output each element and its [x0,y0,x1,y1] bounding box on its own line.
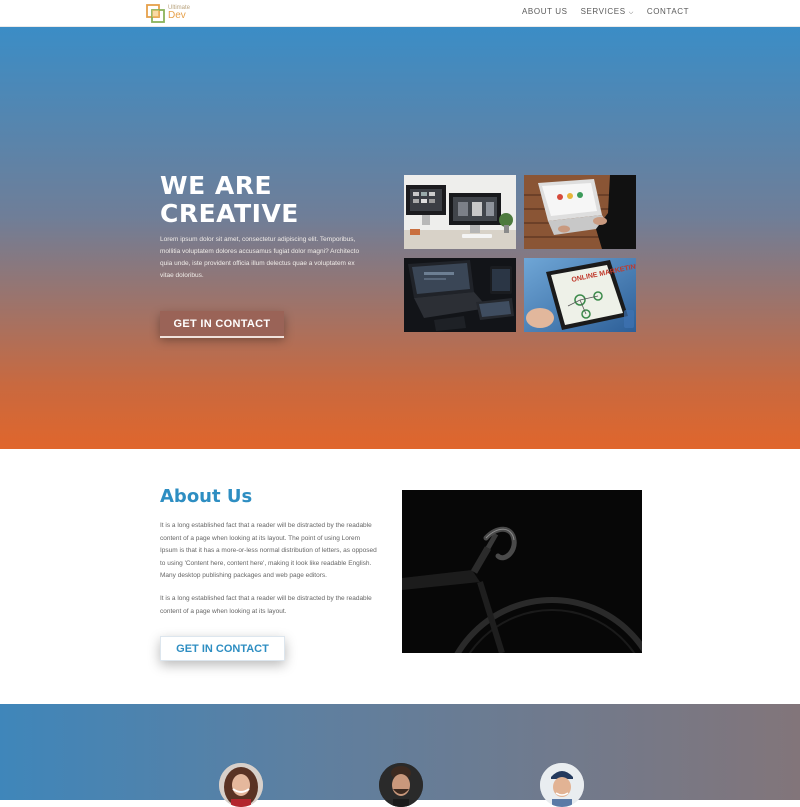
logo-wordmark: Ultimate Dev [168,5,190,21]
chevron-down-icon: ⌵ [628,10,634,16]
team-member-avatar-2 [379,763,423,807]
gallery-image-dark-devices [404,258,516,332]
hero-section: WE ARE CREATIVE Lorem ipsum dolor sit am… [0,27,800,449]
logo-icon [146,3,165,23]
hero-title: WE ARE CREATIVE [160,172,380,228]
logo-line2: Dev [168,10,186,21]
about-title: About Us [160,486,253,507]
site-header: Ultimate Dev ABOUT US SERVICES ⌵ CONTACT [0,0,800,27]
hero-contact-button[interactable]: GET IN CONTACT [160,311,284,338]
about-section: About Us It is a long established fact t… [0,449,800,704]
about-contact-button[interactable]: GET IN CONTACT [160,636,285,661]
nav-item-services-label: SERVICES [580,7,626,16]
main-nav: ABOUT US SERVICES ⌵ CONTACT [522,7,689,17]
team-member-avatar-3 [540,763,584,807]
nav-item-about-us[interactable]: ABOUT US [522,7,568,17]
hero-description: Lorem ipsum dolor sit amet, consectetur … [160,236,360,279]
site-logo[interactable]: Ultimate Dev [146,2,190,24]
gallery-image-laptop-table [524,175,636,249]
hero-title-line1: WE ARE [160,171,273,200]
nav-item-contact[interactable]: CONTACT [647,7,689,17]
nav-item-services[interactable]: SERVICES ⌵ [581,7,634,17]
team-section [0,704,800,807]
gallery-image-online-marketing-tablet: ONLINE MARKETING [524,258,636,332]
about-paragraph-1: It is a long established fact that a rea… [160,522,377,579]
about-image-bicycle [402,490,642,653]
about-paragraph-2: It is a long established fact that a rea… [160,595,372,615]
hero-title-line2: CREATIVE [160,199,299,228]
team-member-avatar-1 [219,763,263,807]
gallery-image-desk-monitors [404,175,516,249]
